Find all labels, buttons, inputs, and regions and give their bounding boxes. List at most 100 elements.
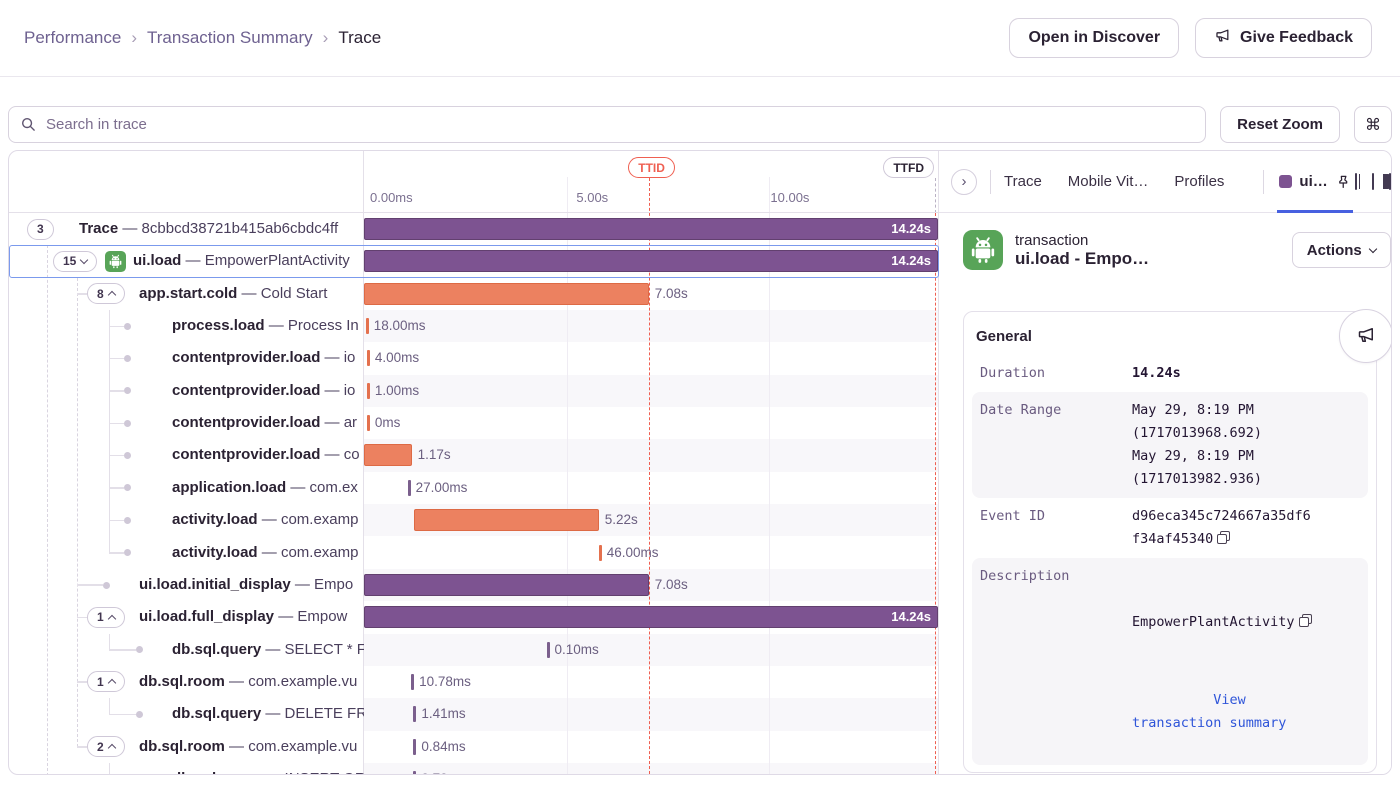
span-bar[interactable]: 14.24s: [364, 218, 938, 240]
tab-ui-load-pinned[interactable]: ui…: [1277, 151, 1352, 213]
span-tick[interactable]: [413, 706, 416, 722]
span-op: ui.load.full_display: [139, 608, 274, 625]
span-separator: —: [261, 770, 284, 775]
span-tick[interactable]: [367, 350, 370, 366]
span-tree-row[interactable]: application.load — com.ex: [9, 472, 364, 504]
span-separator: —: [258, 511, 281, 528]
span-bar-row[interactable]: 7.08s: [364, 569, 938, 601]
give-feedback-button[interactable]: Give Feedback: [1195, 18, 1372, 58]
span-bar-row[interactable]: 27.00ms: [364, 472, 938, 504]
span-tick[interactable]: [367, 383, 370, 399]
time-tick-10s: 10.00s: [770, 190, 809, 205]
span-tick[interactable]: [547, 642, 550, 658]
span-bar-row[interactable]: 0.10ms: [364, 634, 938, 666]
event-id-row: Event ID d96eca345c724667a35df6f34af4534…: [972, 498, 1368, 558]
span-tree-row[interactable]: 15ui.load — EmpowerPlantActivity: [9, 245, 364, 277]
floating-feedback-button[interactable]: [1339, 309, 1392, 363]
span-bar-row[interactable]: 14.24s: [364, 601, 938, 633]
cmd-shortcut-button[interactable]: ⌘: [1354, 106, 1392, 143]
layout-bottom-icon[interactable]: [1370, 172, 1376, 191]
actions-button[interactable]: Actions: [1292, 232, 1391, 268]
span-count-pill[interactable]: 1: [87, 607, 125, 628]
span-bar-row[interactable]: 14.24s: [364, 213, 938, 245]
span-bar[interactable]: [414, 509, 599, 531]
date-range-label: Date Range: [980, 399, 1132, 491]
ops-breakdown-row: Ops Breakdown ? ui.load.full_display: 14…: [972, 765, 1368, 773]
span-count-pill[interactable]: 15: [53, 251, 97, 272]
span-tick[interactable]: [599, 545, 602, 561]
transaction-header: transaction ui.load - Empo… Actions: [939, 213, 1392, 280]
span-tick[interactable]: [411, 674, 414, 690]
span-tick[interactable]: [408, 480, 411, 496]
tab-trace[interactable]: Trace: [1004, 173, 1042, 190]
layout-right-icon[interactable]: [1387, 172, 1392, 191]
copy-icon[interactable]: [1217, 531, 1230, 544]
span-bar-row[interactable]: 1.00ms: [364, 375, 938, 407]
chevron-down-icon: [80, 256, 88, 264]
pin-icon[interactable]: [1335, 174, 1351, 190]
tab-mobile-vit[interactable]: Mobile Vit…: [1068, 173, 1149, 190]
tree-connector-stub: [77, 584, 103, 586]
span-tree-row[interactable]: 3 Trace — 8cbbcd38721b415ab6cbdc4ff: [9, 213, 364, 245]
span-label: Trace — 8cbbcd38721b415ab6cbdc4ff: [79, 213, 364, 245]
span-label: application.load — com.ex: [172, 472, 364, 504]
span-tree-row[interactable]: db.sql.query — INSERT OR: [9, 763, 364, 775]
span-tree-row[interactable]: 1ui.load.full_display — Empow: [9, 601, 364, 633]
span-tree-row[interactable]: activity.load — com.examp: [9, 504, 364, 536]
view-transaction-summary-link[interactable]: View transaction summary: [1132, 692, 1286, 731]
span-bar-row[interactable]: 46.00ms: [364, 537, 938, 569]
span-bar[interactable]: [364, 574, 649, 596]
span-bar-row[interactable]: 7.08s: [364, 278, 938, 310]
span-tick[interactable]: [413, 771, 416, 775]
span-bar-row[interactable]: 1.41ms: [364, 698, 938, 730]
span-count-pill[interactable]: 8: [87, 283, 125, 304]
leaf-dot-icon: [124, 355, 131, 362]
collapse-panel-icon[interactable]: ›: [951, 169, 977, 195]
span-tree-row[interactable]: 1db.sql.room — com.example.vu: [9, 666, 364, 698]
span-tick[interactable]: [366, 318, 369, 334]
span-tree-row[interactable]: db.sql.query — SELECT * F: [9, 634, 364, 666]
breadcrumb-item-performance[interactable]: Performance: [24, 28, 121, 48]
span-count-pill[interactable]: 2: [87, 736, 125, 757]
breadcrumb-item-transaction-summary[interactable]: Transaction Summary: [147, 28, 313, 48]
panel-tabs: Trace Mobile Vit… Profiles: [1004, 173, 1250, 190]
span-tree-row[interactable]: contentprovider.load — io: [9, 375, 364, 407]
span-bar-row[interactable]: 5.22s: [364, 504, 938, 536]
span-bar[interactable]: 14.24s: [364, 250, 938, 272]
span-bar-row[interactable]: 4.00ms: [364, 342, 938, 374]
tab-profiles[interactable]: Profiles: [1174, 173, 1224, 190]
search-box[interactable]: [8, 106, 1206, 143]
span-tree-row[interactable]: activity.load — com.examp: [9, 537, 364, 569]
span-count-pill[interactable]: 3: [27, 219, 54, 240]
open-in-discover-button[interactable]: Open in Discover: [1009, 18, 1179, 58]
span-tree-row[interactable]: db.sql.query — DELETE FR: [9, 698, 364, 730]
span-tree-row[interactable]: contentprovider.load — ar: [9, 407, 364, 439]
reset-zoom-button[interactable]: Reset Zoom: [1220, 106, 1340, 143]
search-input[interactable]: [46, 116, 1193, 133]
span-bar-row[interactable]: 18.00ms: [364, 310, 938, 342]
span-tree-row[interactable]: contentprovider.load — co: [9, 439, 364, 471]
span-bar-row[interactable]: 0.84ms: [364, 731, 938, 763]
span-bar-row[interactable]: 0.70: [364, 763, 938, 775]
span-bar[interactable]: [364, 283, 649, 305]
span-bar-row[interactable]: 1.17s: [364, 439, 938, 471]
span-separator: —: [258, 544, 281, 561]
span-tick[interactable]: [367, 415, 370, 431]
span-bar[interactable]: [364, 444, 412, 466]
span-tree-row[interactable]: contentprovider.load — io: [9, 342, 364, 374]
span-bar-row[interactable]: 14.24s: [364, 245, 938, 277]
span-tree-row[interactable]: ui.load.initial_display — Empo: [9, 569, 364, 601]
layout-switcher: [1353, 172, 1392, 191]
span-bar-row[interactable]: 0ms: [364, 407, 938, 439]
span-bar[interactable]: 14.24s: [364, 606, 938, 628]
span-tree-row[interactable]: 2db.sql.room — com.example.vu: [9, 731, 364, 763]
span-count-pill[interactable]: 1: [87, 671, 125, 692]
copy-icon[interactable]: [1299, 614, 1312, 627]
span-tree-row[interactable]: process.load — Process In: [9, 310, 364, 342]
span-bar-row[interactable]: 10.78ms: [364, 666, 938, 698]
chevron-up-icon: [107, 744, 115, 752]
layout-left-icon[interactable]: [1353, 172, 1359, 191]
span-tick[interactable]: [413, 739, 416, 755]
waterfall-header: 0.00ms 5.00s 10.00s TTID TTFD: [364, 151, 938, 213]
span-tree-row[interactable]: 8app.start.cold — Cold Start: [9, 278, 364, 310]
